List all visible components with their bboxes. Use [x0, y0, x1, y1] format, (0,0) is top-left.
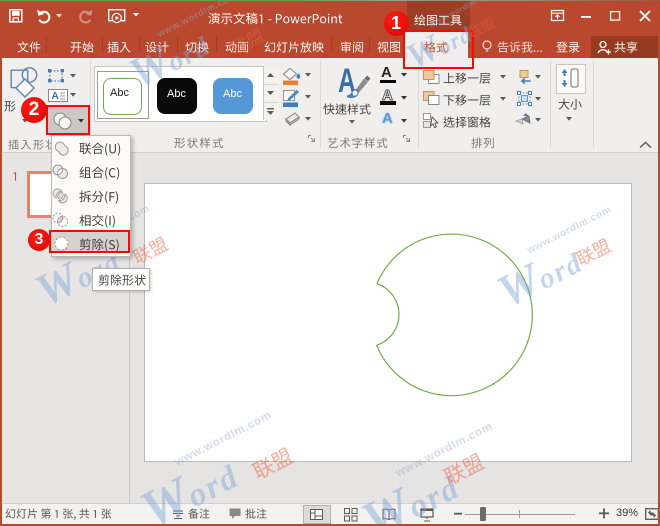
svg-text:A: A [52, 91, 59, 102]
